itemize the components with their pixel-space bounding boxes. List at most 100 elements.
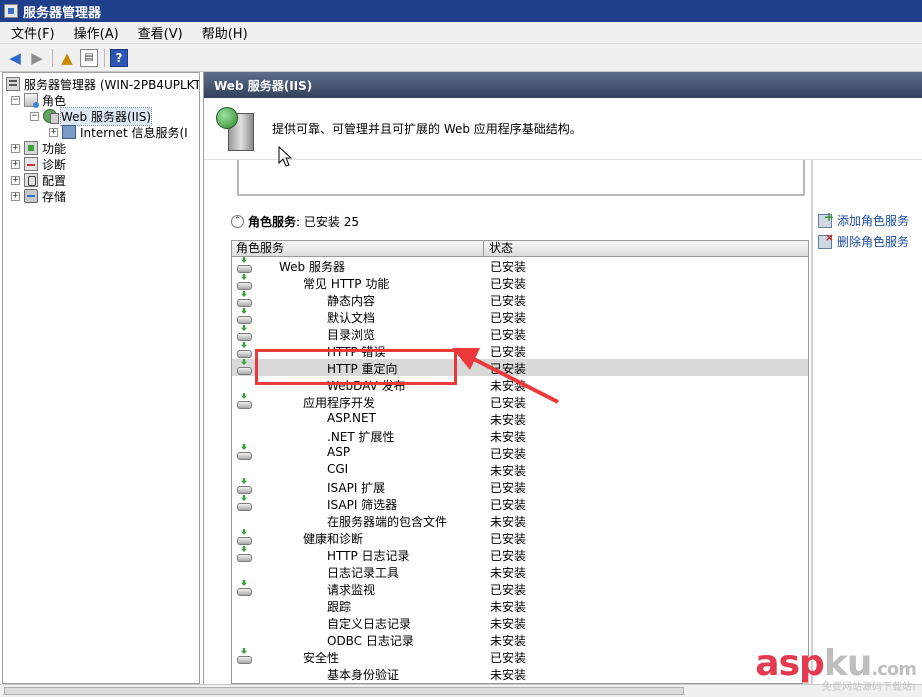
installed-icon xyxy=(236,308,252,324)
section-title-label: 角色服务 xyxy=(248,215,297,229)
tree-item-storage[interactable]: + 存储 xyxy=(11,188,66,204)
expand-toggle[interactable]: + xyxy=(49,127,58,137)
table-row[interactable]: ASP 已安装 xyxy=(232,444,808,461)
role-service-status: 未安装 xyxy=(490,668,527,682)
add-role-services-icon xyxy=(818,210,834,228)
role-service-status: 已安装 xyxy=(490,583,527,597)
tree-root-server-manager[interactable]: 服务器管理器 (WIN-2PB4UPLKTD xyxy=(6,76,200,92)
table-row[interactable]: 默认文档 已安装 xyxy=(232,308,808,325)
diagnostics-icon xyxy=(24,157,38,171)
installed-icon xyxy=(236,529,252,545)
tree-item-label: 诊断 xyxy=(42,157,67,172)
iis-manager-icon xyxy=(62,125,76,139)
role-service-name: 静态内容 xyxy=(327,294,376,308)
menu-file[interactable]: 文件(F) xyxy=(0,23,63,42)
remove-role-services-label: 删除角色服务 xyxy=(837,235,910,249)
table-row[interactable]: 自定义日志记录 未安装 xyxy=(232,614,808,631)
table-row[interactable]: .NET 扩展性 未安装 xyxy=(232,427,808,444)
tree-item-label: Internet 信息服务(I xyxy=(80,125,188,140)
table-row[interactable]: ISAPI 扩展 已安装 xyxy=(232,478,808,495)
role-service-status: 已安装 xyxy=(490,549,527,563)
role-service-status: 未安装 xyxy=(490,566,527,580)
role-service-name: HTTP 日志记录 xyxy=(327,549,410,563)
table-row[interactable]: ISAPI 筛选器 已安装 xyxy=(232,495,808,512)
column-header-status[interactable]: 状态 xyxy=(484,241,808,256)
table-row[interactable]: 请求监视 已安装 xyxy=(232,580,808,597)
table-row[interactable]: 静态内容 已安装 xyxy=(232,291,808,308)
table-body: Web 服务器 已安装 常见 HTTP 功能 已安装 静态内容 已安装 默认文档 已安装 目录浏… xyxy=(232,257,808,682)
role-service-name: ISAPI 扩展 xyxy=(327,481,386,495)
tree-item-features[interactable]: + 功能 xyxy=(11,140,66,156)
table-row[interactable]: ODBC 日志记录 未安装 xyxy=(232,631,808,648)
mouse-cursor-icon xyxy=(278,146,292,167)
up-folder-icon[interactable]: ▲ xyxy=(58,49,76,67)
annotation-arrow-icon xyxy=(452,348,559,404)
role-service-name: 常见 HTTP 功能 xyxy=(303,277,390,291)
annotation-highlight-box xyxy=(255,349,457,385)
role-service-name: 在服务器端的包含文件 xyxy=(327,515,448,529)
table-row[interactable]: 健康和诊断 已安装 xyxy=(232,529,808,546)
help-icon[interactable]: ? xyxy=(110,48,128,67)
title-bar: 服务器管理器 xyxy=(0,0,922,22)
back-arrow-icon[interactable]: ◀ xyxy=(6,49,24,67)
table-row[interactable]: CGI 未安装 xyxy=(232,461,808,478)
toolbar-separator xyxy=(52,48,53,67)
table-row[interactable]: 在服务器端的包含文件 未安装 xyxy=(232,512,808,529)
installed-icon xyxy=(236,648,252,664)
column-header-role-service[interactable]: 角色服务 xyxy=(232,241,484,256)
tree-item-diagnostics[interactable]: + 诊断 xyxy=(11,156,66,172)
tree-item-roles[interactable]: − 角色 xyxy=(11,92,66,108)
installed-icon xyxy=(236,257,252,273)
tree-item-web-server[interactable]: − Web 服务器(IIS) xyxy=(30,106,153,126)
role-service-name: Web 服务器 xyxy=(279,260,345,274)
tree-item-iis-manager[interactable]: + Internet 信息服务(I xyxy=(49,124,188,140)
summary-box xyxy=(237,160,805,196)
role-service-name: 基本身份验证 xyxy=(327,668,400,682)
table-row[interactable]: 常见 HTTP 功能 已安装 xyxy=(232,274,808,291)
watermark: aspku.com 免费网站源码下载站! xyxy=(741,643,917,693)
tree-item-label: 存储 xyxy=(42,189,67,204)
role-service-name: ASP.NET xyxy=(327,411,376,425)
table-row[interactable]: Web 服务器 已安装 xyxy=(232,257,808,274)
menu-action[interactable]: 操作(A) xyxy=(63,23,127,42)
installed-icon xyxy=(236,580,252,596)
table-row[interactable]: 跟踪 未安装 xyxy=(232,597,808,614)
expand-toggle[interactable]: + xyxy=(11,191,20,201)
menu-help[interactable]: 帮助(H) xyxy=(191,23,256,42)
table-header: 角色服务 状态 xyxy=(232,241,808,257)
navigation-tree: 服务器管理器 (WIN-2PB4UPLKTD − 角色 − Web 服务器(II… xyxy=(2,72,200,684)
installed-icon xyxy=(236,291,252,307)
tree-root-label: 服务器管理器 (WIN-2PB4UPLKTD xyxy=(24,77,200,92)
tree-item-configuration[interactable]: + 配置 xyxy=(11,172,66,188)
remove-role-services-link[interactable]: 删除角色服务 xyxy=(818,231,922,252)
role-service-status: 未安装 xyxy=(490,600,527,614)
role-service-status: 已安装 xyxy=(490,447,527,461)
expand-toggle[interactable]: + xyxy=(11,159,20,169)
show-hide-tree-icon[interactable]: ▤ xyxy=(80,48,98,67)
role-service-name: 应用程序开发 xyxy=(303,396,376,410)
pane-title: Web 服务器(IIS) xyxy=(214,78,313,93)
storage-icon xyxy=(24,189,38,203)
web-server-large-icon xyxy=(214,105,258,153)
expand-toggle[interactable]: + xyxy=(11,143,20,153)
scrollbar-thumb[interactable] xyxy=(4,687,684,695)
menu-bar: 文件(F) 操作(A) 查看(V) 帮助(H) xyxy=(0,22,922,44)
add-role-services-link[interactable]: 添加角色服务 xyxy=(818,210,922,231)
table-row[interactable]: HTTP 日志记录 已安装 xyxy=(232,546,808,563)
role-service-status: 已安装 xyxy=(490,498,527,512)
table-row[interactable]: 日志记录工具 未安装 xyxy=(232,563,808,580)
role-service-status: 已安装 xyxy=(490,532,527,546)
role-service-status: 已安装 xyxy=(490,481,527,495)
table-row[interactable]: 安全性 已安装 xyxy=(232,648,808,665)
role-service-status: 未安装 xyxy=(490,617,527,631)
expand-toggle[interactable]: + xyxy=(11,175,20,185)
table-row[interactable]: 基本身份验证 未安装 xyxy=(232,665,808,682)
menu-view[interactable]: 查看(V) xyxy=(127,23,191,42)
collapse-section-icon[interactable]: ⌃ xyxy=(231,215,244,228)
collapse-toggle[interactable]: − xyxy=(30,111,39,121)
role-service-name: 目录浏览 xyxy=(327,328,376,342)
collapse-toggle[interactable]: − xyxy=(11,95,20,105)
installed-icon xyxy=(236,546,252,562)
features-icon xyxy=(24,141,38,155)
forward-arrow-icon[interactable]: ▶ xyxy=(28,49,46,67)
